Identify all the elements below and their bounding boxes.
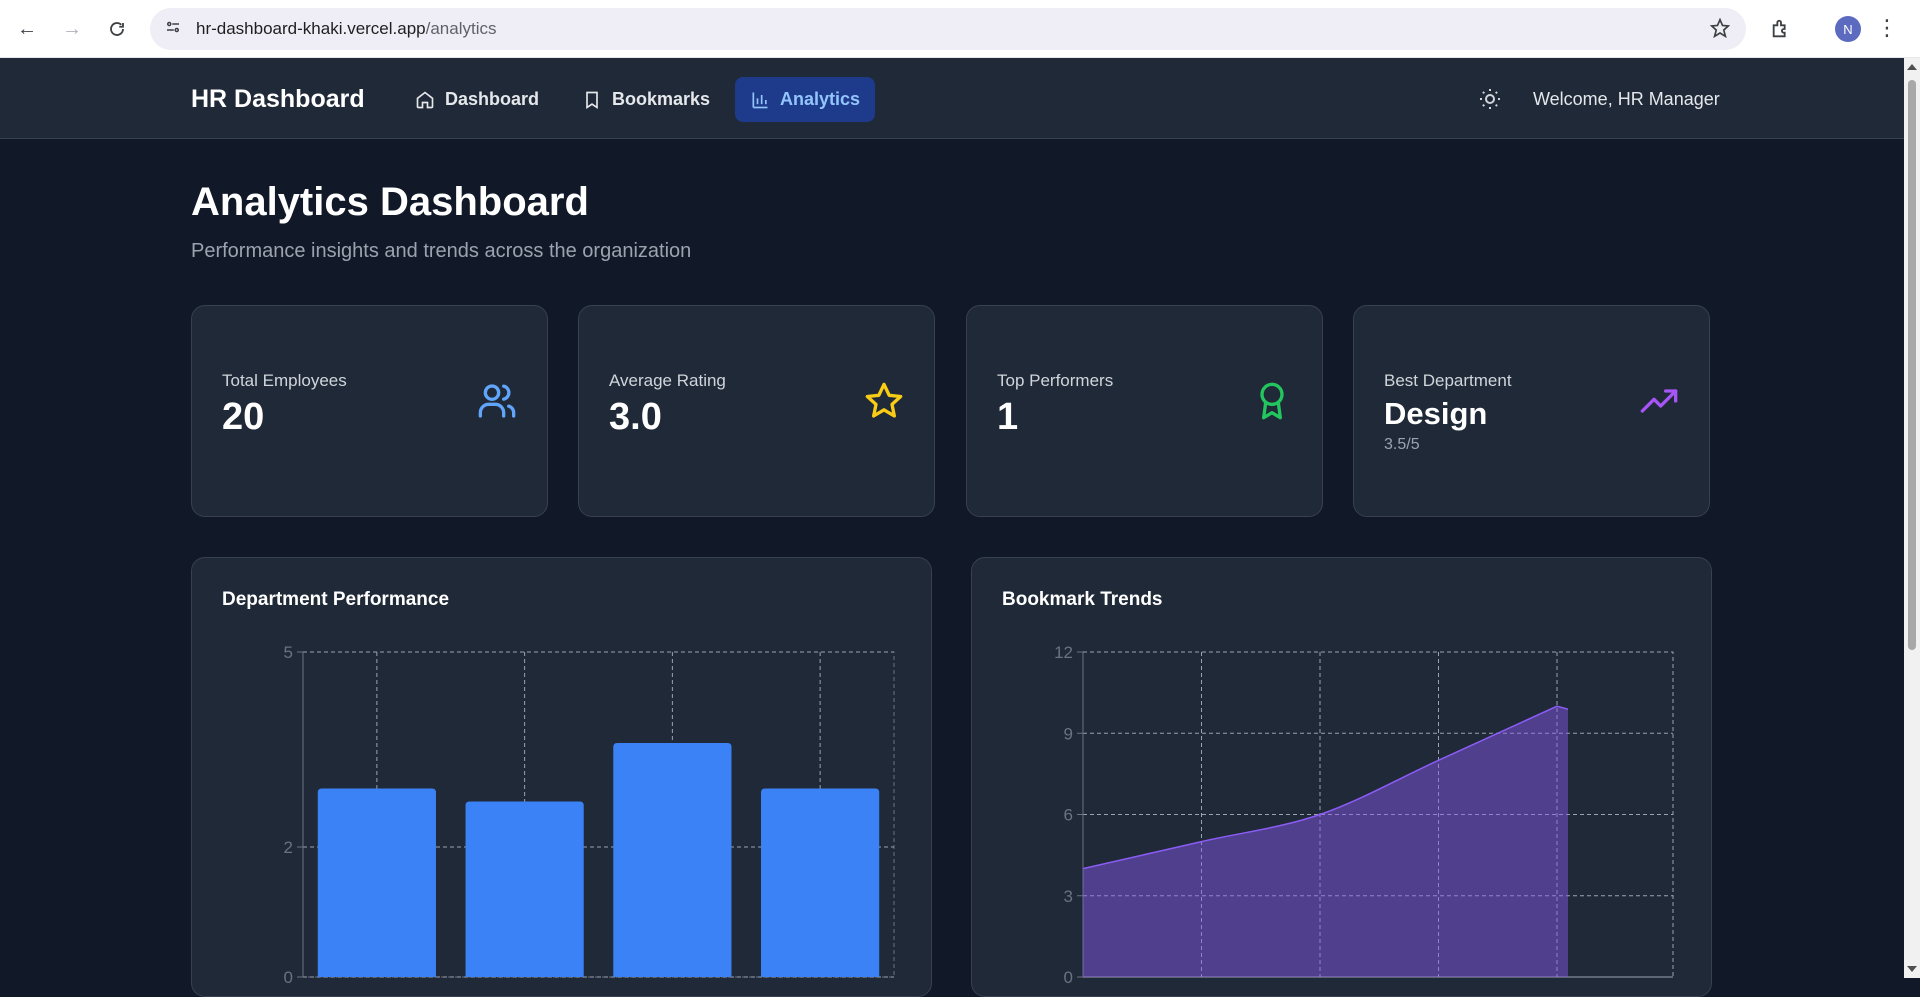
y-tick-label: 2 [284,838,293,857]
star-icon [865,382,903,418]
stat-subvalue: 3.5/5 [1384,436,1420,453]
url-host: hr-dashboard-khaki.vercel.app [196,19,426,38]
stat-card-best-department: Best Department Design 3.5/5 [1353,305,1710,517]
stat-card-top-performers: Top Performers 1 [966,305,1323,517]
bar [465,801,584,977]
nav-item-label: Bookmarks [612,89,711,109]
scroll-up-icon[interactable] [1907,64,1917,70]
stat-value: 20 [222,396,265,438]
brand-title[interactable]: HR Dashboard [191,85,365,114]
stat-card-average-rating: Average Rating 3.0 [578,305,935,517]
bar [317,788,436,977]
address-bar[interactable]: hr-dashboard-khaki.vercel.app/analytics [150,8,1746,50]
scroll-thumb[interactable] [1908,80,1916,650]
reload-icon[interactable] [99,11,135,47]
browser-toolbar: ← → hr-dashboard-khaki.vercel.app/analyt… [0,0,1920,58]
bookmark-star-icon[interactable] [1709,17,1731,43]
bar-chart-icon [752,92,768,108]
profile-avatar[interactable]: N [1835,16,1861,42]
forward-icon[interactable]: → [54,11,90,47]
page-title: Analytics Dashboard [191,180,589,224]
area-fill [1083,706,1568,977]
department-bar-chart: 025 [284,643,895,987]
page-scrollbar[interactable] [1904,58,1920,978]
scroll-down-icon[interactable] [1907,966,1917,972]
stat-label: Total Employees [222,371,347,390]
menu-kebab-icon[interactable]: ⋮ [1876,16,1898,40]
y-tick-label: 12 [1054,643,1073,662]
trending-up-icon [1640,389,1678,413]
url-text[interactable]: hr-dashboard-khaki.vercel.app/analytics [196,19,497,39]
y-tick-label: 6 [1064,806,1073,825]
nav-item-analytics[interactable]: Analytics [735,77,876,122]
y-tick-label: 3 [1064,887,1073,906]
bookmark-area-chart: 036912 [1054,643,1674,987]
chart-card-department-performance: Department Performance 025 [191,557,932,997]
stat-label: Best Department [1384,371,1512,390]
nav-item-dashboard[interactable]: Dashboard [400,77,554,122]
stat-card-total-employees: Total Employees 20 [191,305,548,517]
nav-item-bookmarks[interactable]: Bookmarks [567,77,725,122]
stat-label: Average Rating [609,371,726,390]
stat-label: Top Performers [997,371,1114,390]
award-icon [1260,382,1284,420]
stat-value: 3.0 [609,396,662,438]
page-subtitle: Performance insights and trends across t… [191,240,692,262]
home-icon [416,90,434,108]
back-icon[interactable]: ← [9,11,45,47]
bar [613,743,732,977]
nav-item-label: Dashboard [445,89,540,109]
users-icon [478,384,516,418]
sun-icon[interactable] [1478,87,1502,111]
nav-item-label: Analytics [780,89,861,109]
stat-value: 1 [997,396,1019,438]
site-info-icon[interactable] [164,18,182,41]
y-tick-label: 9 [1064,724,1073,743]
bookmark-icon [586,91,598,109]
chart-card-bookmark-trends: Bookmark Trends 0 3 6 9 12 [971,557,1712,997]
extensions-icon[interactable] [1770,18,1792,45]
stat-value: Design [1384,396,1488,431]
bar [761,788,880,977]
app-navbar: HR Dashboard Dashboard Bookmarks Analyti… [0,58,1904,139]
url-path: /analytics [425,19,497,38]
welcome-text: Welcome, HR Manager [1533,89,1720,109]
y-tick-label: 5 [284,643,293,662]
